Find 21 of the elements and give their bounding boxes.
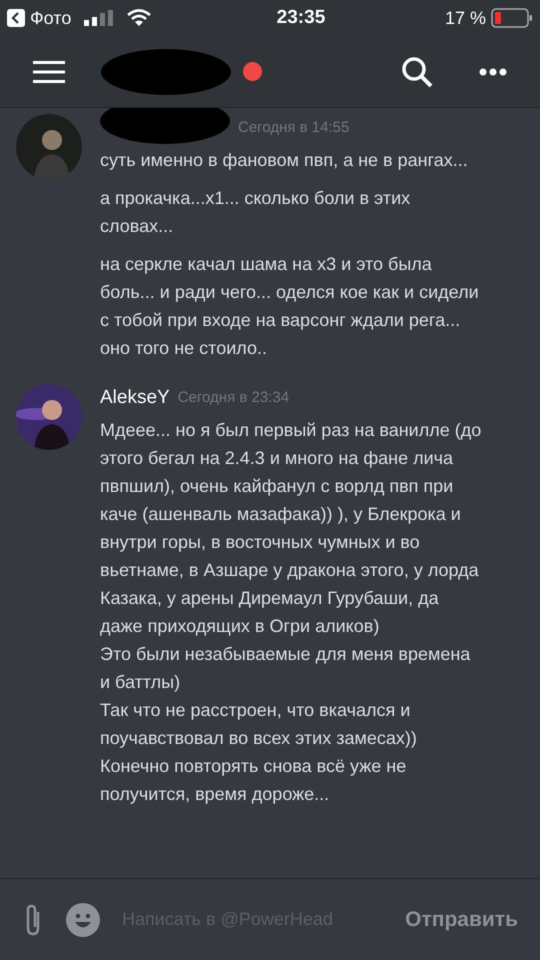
back-label[interactable]: Фото (30, 4, 72, 32)
back-icon[interactable] (7, 9, 25, 27)
timestamp: Сегодня в 23:34 (178, 388, 290, 408)
menu-icon[interactable] (33, 60, 65, 82)
signal-icon (84, 10, 114, 26)
emoji-icon[interactable] (66, 902, 100, 936)
wifi-icon (127, 9, 152, 27)
avatar (16, 114, 82, 180)
battery-percent: 17 % (444, 6, 486, 30)
clock: 23:35 (276, 6, 326, 30)
search-icon[interactable] (401, 56, 433, 88)
message-text: на серкле качал шама на х3 и это была боль... и ради чего... оделся кое как и сидели с тобой при входе на варсонг ждали рега... оно того не стоило.. (100, 253, 480, 360)
send-button[interactable]: Отправить (405, 904, 518, 936)
battery-icon (491, 8, 533, 28)
message-text: а прокачка...х1... сколько боли в этих словах... (100, 187, 412, 238)
timestamp: Сегодня в 14:55 (238, 118, 350, 138)
message-text: суть именно в фановом пвп, а не в рангах... (100, 149, 469, 172)
author-name[interactable]: AlekseY (100, 384, 170, 412)
more-icon[interactable] (479, 68, 507, 76)
message-text: Мдеее... но я был первый раз на ванилле (до этого бегал на 2.4.3 и много на фане лича пвпшил), очень кайфанул с ворлд пвп при каче (ашенваль мазафака)) ), у Блекрока и внутри горы, в восточных чумных и во вьетнаме, в Азшаре у дракона этого, у лорда Казака, у арены Диремаул Гурубаши, да даже приходящих в Огри аликов) Это были незабываемые для меня времена и баттлы) Так что не расстроен, что вкачался и поучавствовал во всех этих замесах)) Конечно повторять снова всё уже не получится, время дороже... (100, 419, 482, 806)
avatar (16, 384, 82, 450)
